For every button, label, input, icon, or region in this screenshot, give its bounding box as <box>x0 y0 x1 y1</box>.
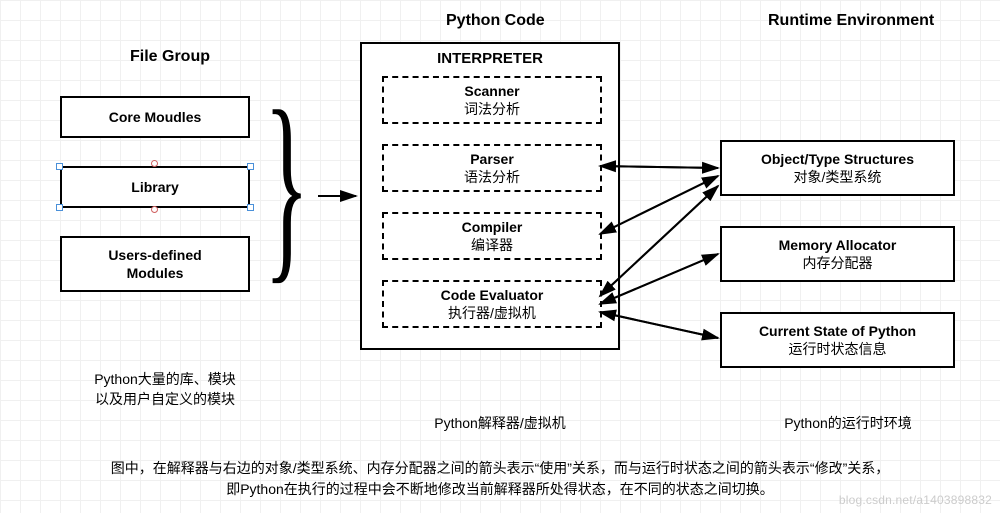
label-parser-zh: 语法分析 <box>464 168 520 186</box>
caption-file-group: Python大量的库、模块 以及用户自定义的模块 <box>70 370 260 409</box>
caption-file-group-l2: 以及用户自定义的模块 <box>95 391 235 407</box>
box-core-modules: Core Moudles <box>60 96 250 138</box>
label-evaluator-en: Code Evaluator <box>441 286 544 304</box>
box-interpreter: INTERPRETER Scanner 词法分析 Parser 语法分析 Com… <box>360 42 620 350</box>
label-scanner-en: Scanner <box>464 82 519 100</box>
box-library: Library <box>60 166 250 208</box>
label-compiler-en: Compiler <box>462 218 523 236</box>
label-mem-en: Memory Allocator <box>779 236 897 254</box>
box-user-modules: Users-defined Modules <box>60 236 250 292</box>
box-object-type: Object/Type Structures 对象/类型系统 <box>720 140 955 196</box>
caption-file-group-l1: Python大量的库、模块 <box>94 371 236 387</box>
label-state-zh: 运行时状态信息 <box>789 340 887 358</box>
label-interpreter-title: INTERPRETER <box>362 50 618 67</box>
box-evaluator: Code Evaluator 执行器/虚拟机 <box>382 280 602 328</box>
box-memory-allocator: Memory Allocator 内存分配器 <box>720 226 955 282</box>
label-library: Library <box>131 178 178 196</box>
label-obj-zh: 对象/类型系统 <box>794 168 882 186</box>
selection-handle <box>247 163 254 170</box>
label-evaluator-zh: 执行器/虚拟机 <box>448 304 536 322</box>
box-compiler: Compiler 编译器 <box>382 212 602 260</box>
brace-icon: } <box>264 80 309 290</box>
box-parser: Parser 语法分析 <box>382 144 602 192</box>
label-user-modules-l1: Users-defined <box>108 246 201 264</box>
box-scanner: Scanner 词法分析 <box>382 76 602 124</box>
label-scanner-zh: 词法分析 <box>464 100 520 118</box>
selection-handle <box>247 204 254 211</box>
label-state-en: Current State of Python <box>759 322 916 340</box>
label-user-modules-l2: Modules <box>127 264 184 282</box>
footer-line1: 图中，在解释器与右边的对象/类型系统、内存分配器之间的箭头表示“使用”关系，而与… <box>111 460 890 476</box>
label-compiler-zh: 编译器 <box>471 236 513 254</box>
label-parser-en: Parser <box>470 150 514 168</box>
selection-handle <box>56 204 63 211</box>
footer-line2: 即Python在执行的过程中会不断地修改当前解释器所处得状态，在不同的状态之间切… <box>226 481 774 497</box>
connection-dot <box>151 206 158 213</box>
col-title-file-group: File Group <box>130 48 210 66</box>
watermark: blog.csdn.net/a1403898832 <box>839 493 992 507</box>
col-title-python-code: Python Code <box>446 12 545 30</box>
label-obj-en: Object/Type Structures <box>761 150 914 168</box>
label-core-modules: Core Moudles <box>109 108 202 126</box>
selection-handle <box>56 163 63 170</box>
caption-runtime: Python的运行时环境 <box>758 414 938 434</box>
caption-interpreter: Python解释器/虚拟机 <box>400 414 600 434</box>
col-title-runtime-env: Runtime Environment <box>768 12 934 30</box>
box-current-state: Current State of Python 运行时状态信息 <box>720 312 955 368</box>
label-mem-zh: 内存分配器 <box>803 254 873 272</box>
connection-dot <box>151 160 158 167</box>
